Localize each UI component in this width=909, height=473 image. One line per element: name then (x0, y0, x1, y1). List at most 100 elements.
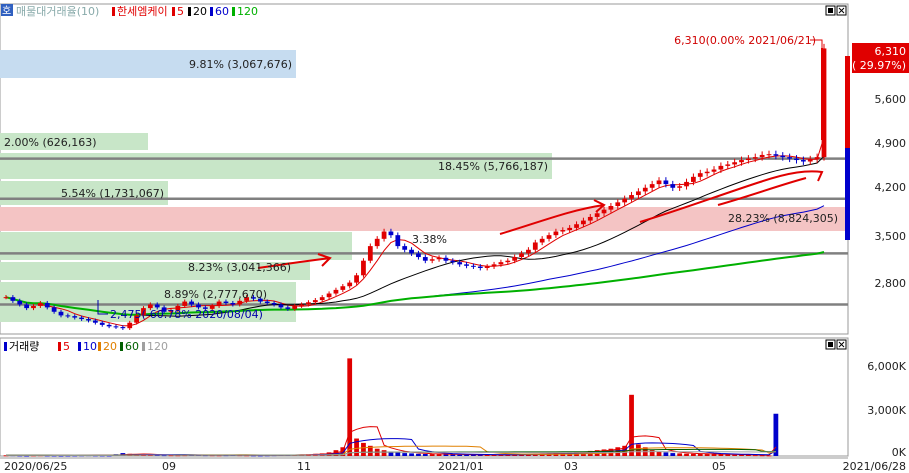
candle-body-73 (505, 260, 511, 263)
price-tick-2800: 2,800 (875, 277, 907, 290)
candle-body-38 (264, 301, 270, 304)
candle-body-99 (684, 181, 689, 187)
candle-body-6 (44, 303, 50, 308)
candle-body-61 (422, 257, 428, 261)
candle-body-9 (65, 315, 71, 317)
candle-body-88 (608, 206, 614, 210)
candle-body-86 (594, 213, 600, 217)
profile-label-1: 9.81% (3,067,676) (189, 58, 292, 71)
candle-body-51 (354, 275, 359, 283)
candle-body-100 (691, 176, 696, 182)
candle-body-39 (271, 303, 277, 305)
volume-tick-3000k: 3,000K (867, 404, 906, 417)
candle-body-76 (526, 249, 531, 254)
candle-body-46 (319, 297, 325, 301)
candle-body-74 (512, 257, 518, 261)
candle-body-87 (601, 209, 607, 214)
profile-label-stray: 3.38% (412, 233, 447, 246)
x-tick-may: 05 (712, 460, 726, 473)
legend-ma120: 120 (237, 5, 258, 18)
volume-bar-97 (670, 453, 676, 456)
candle-body-32 (223, 301, 229, 304)
x-tick-jan: 2021/01 (438, 460, 484, 473)
x-axis: 2020/06/25 09 11 2021/01 03 05 2021/06/2… (0, 457, 906, 473)
current-price: 6,310 (875, 45, 907, 58)
candle-body-53 (367, 246, 373, 261)
candle-body-89 (615, 202, 621, 206)
candle-body-93 (642, 187, 648, 192)
candle-body-42 (292, 305, 298, 309)
volume-legend-ma20: 20 (103, 340, 117, 353)
candle-body-77 (532, 242, 538, 250)
profile-label-6: 8.23% (3,041,366) (188, 261, 291, 274)
volume-legend-ma10: 10 (83, 340, 97, 353)
profile-label-4: 5.54% (1,731,067) (61, 187, 164, 200)
profile-label-5: 28.23% (8,824,305) (728, 212, 838, 225)
candle-body-115 (794, 158, 799, 161)
candle-body-65 (450, 260, 456, 263)
volume-panel-frame (0, 337, 849, 457)
candle-body-18 (127, 322, 133, 329)
volume-tick-6000k: 6,000K (867, 360, 906, 373)
candle-body-105 (725, 164, 731, 166)
volume-bar-61 (422, 453, 428, 456)
candle-body-108 (746, 158, 751, 161)
volume-bar-63 (436, 454, 442, 456)
candle-body-48 (333, 289, 339, 294)
x-tick-nov: 11 (297, 460, 311, 473)
legend-title: 한세엠케이 (117, 5, 168, 18)
candle-body-78 (539, 238, 545, 243)
menu-glyph: 호 (2, 5, 11, 17)
candle-body-116 (800, 160, 806, 162)
candle-body-0 (3, 297, 9, 299)
volume-bar-60 (416, 453, 421, 456)
candle-body-95 (656, 180, 662, 185)
candle-body-72 (498, 262, 504, 265)
volume-bar-100 (691, 453, 696, 456)
volume-bar-52 (361, 442, 366, 456)
candle-body-103 (711, 169, 717, 172)
profile-band-3300 (0, 232, 352, 260)
candle-body-45 (312, 300, 318, 303)
candle-body-81 (560, 230, 566, 232)
candle-body-58 (402, 246, 408, 250)
candle-body-75 (519, 253, 524, 258)
volume-bar-91 (629, 394, 634, 456)
candle-body-49 (340, 286, 346, 290)
candle-body-70 (484, 266, 490, 268)
current-price-bar-red (845, 56, 850, 148)
candle-body-97 (670, 184, 676, 188)
candle-body-91 (629, 195, 634, 199)
candle-body-14 (99, 322, 105, 325)
candle-body-4 (31, 305, 36, 309)
candle-body-110 (759, 154, 765, 158)
candle-body-96 (663, 180, 669, 185)
candle-body-67 (464, 264, 469, 266)
candle-body-92 (636, 191, 641, 196)
volume-bar-94 (649, 450, 655, 456)
candle-body-5 (37, 303, 43, 306)
price-y-axis: 5,600 4,900 4,200 3,500 2,800 (875, 93, 907, 290)
candle-body-102 (704, 171, 710, 174)
candle-body-111 (766, 154, 772, 156)
candle-body-31 (216, 301, 222, 306)
profile-band-3850 (0, 207, 848, 231)
candle-body-26 (182, 301, 188, 306)
candle-body-114 (787, 157, 793, 159)
candle-body-43 (299, 304, 304, 306)
candle-body-68 (471, 265, 476, 267)
price-tick-4900: 4,900 (875, 137, 907, 150)
candle-body-79 (546, 235, 552, 239)
candle-body-3 (24, 304, 30, 309)
candle-body-33 (230, 303, 236, 305)
x-tick-mar: 03 (564, 460, 578, 473)
candle-body-12 (86, 319, 91, 321)
x-tick-start: 2020/06/25 (4, 460, 67, 473)
legend-prefix: 매물대거래율(10) (16, 5, 99, 18)
candle-body-59 (409, 249, 414, 254)
candle-body-101 (697, 173, 703, 177)
volume-bar-96 (663, 452, 669, 456)
volume-bar-101 (697, 453, 703, 456)
volume-legend-title: 거래량 (9, 340, 39, 353)
candle-body-52 (361, 260, 366, 276)
